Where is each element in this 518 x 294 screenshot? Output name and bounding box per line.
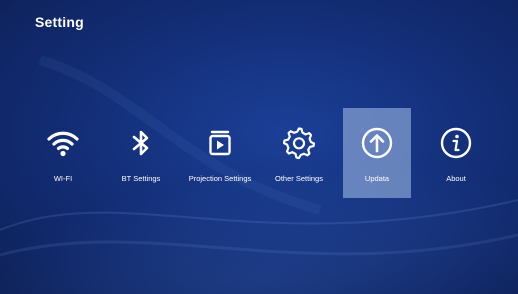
menu-item-label: Projection Settings <box>188 174 252 183</box>
menu-item-updata[interactable]: Updata <box>343 108 411 198</box>
arrow-up-circle-icon <box>360 126 394 160</box>
bluetooth-icon <box>124 126 158 160</box>
menu-item-label: Updata <box>364 174 390 183</box>
projection-icon <box>203 126 237 160</box>
menu-item-other-settings[interactable]: Other Settings <box>265 108 333 198</box>
page-title: Setting <box>35 14 84 30</box>
menu-item-about[interactable]: About <box>422 108 490 198</box>
menu-item-label: WI-FI <box>53 174 73 183</box>
menu-item-bt-settings[interactable]: BT Settings <box>107 108 175 198</box>
menu-item-label: BT Settings <box>121 174 161 183</box>
settings-menu: WI-FI BT Settings Projection Settings Ot… <box>0 108 518 198</box>
settings-screen: Setting WI-FI BT Settings Projection Set… <box>0 0 518 294</box>
menu-item-projection-settings[interactable]: Projection Settings <box>180 108 260 198</box>
info-circle-icon <box>439 126 473 160</box>
wifi-icon <box>46 126 80 160</box>
gear-icon <box>282 126 316 160</box>
menu-item-label: Other Settings <box>275 174 323 183</box>
menu-item-wifi[interactable]: WI-FI <box>29 108 97 198</box>
menu-item-label: About <box>446 174 466 183</box>
